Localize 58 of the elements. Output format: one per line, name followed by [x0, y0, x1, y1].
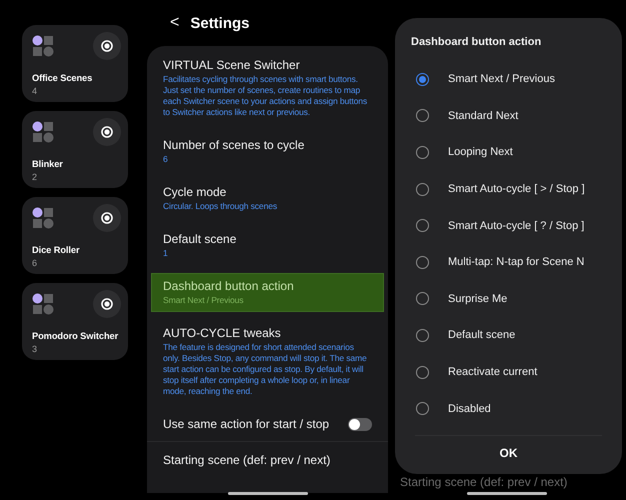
radio-option[interactable]: Looping Next — [411, 134, 606, 171]
radio-button[interactable] — [416, 366, 429, 379]
target-button[interactable] — [93, 32, 121, 60]
radio-button[interactable] — [416, 256, 429, 269]
scene-count: 2 — [32, 172, 38, 182]
scene-name: Blinker — [32, 159, 64, 169]
radio-option[interactable]: Reactivate current — [411, 354, 606, 390]
target-icon — [101, 298, 113, 310]
radio-button[interactable] — [416, 72, 429, 86]
shapes-icon — [32, 207, 54, 229]
radio-button[interactable] — [416, 292, 429, 306]
radio-option[interactable]: Smart Auto-cycle [ > / Stop ] — [411, 170, 606, 208]
radio-button[interactable] — [416, 146, 429, 159]
radio-button[interactable] — [416, 219, 429, 232]
scene-count: 3 — [32, 344, 38, 354]
scene-card[interactable]: Pomodoro Switcher 3 — [22, 283, 128, 360]
dialog-title: Dashboard button action — [411, 36, 542, 48]
target-button[interactable] — [93, 118, 121, 146]
target-icon — [101, 40, 113, 52]
toggle-switch[interactable] — [348, 418, 372, 430]
radio-option[interactable]: Surprise Me — [411, 280, 606, 318]
scene-card[interactable]: Office Scenes 4 — [22, 25, 128, 102]
setting-row[interactable]: Dashboard button action Smart Next / Previous — [151, 273, 384, 312]
shapes-icon — [32, 293, 54, 315]
target-icon — [101, 212, 113, 224]
shapes-icon — [32, 35, 54, 57]
target-icon — [101, 126, 113, 138]
scene-card[interactable]: Dice Roller 6 — [22, 197, 128, 274]
target-button[interactable] — [93, 290, 121, 318]
back-button[interactable]: < — [170, 14, 180, 32]
scene-count: 6 — [32, 258, 38, 268]
setting-row[interactable]: Default scene 1 — [151, 226, 384, 265]
radio-option[interactable]: Smart Auto-cycle [ ? / Stop ] — [411, 207, 606, 244]
radio-option[interactable]: Multi-tap: N-tap for Scene N — [411, 244, 606, 281]
radio-button[interactable] — [416, 402, 429, 416]
setting-row[interactable]: Starting scene (def: prev / next) — [151, 447, 384, 485]
radio-option[interactable]: Default scene — [411, 317, 606, 354]
setting-title: Starting scene (def: prev / next) — [400, 475, 568, 489]
ok-button[interactable]: OK — [486, 440, 532, 466]
target-button[interactable] — [93, 204, 121, 232]
scene-card[interactable]: Blinker 2 — [22, 111, 128, 188]
shapes-icon — [32, 121, 54, 143]
radio-option[interactable]: Smart Next / Previous — [411, 61, 606, 98]
setting-row[interactable]: Number of scenes to cycle 6 — [151, 132, 384, 171]
scene-name: Dice Roller — [32, 245, 80, 255]
setting-row[interactable]: Cycle mode Circular. Loops through scenes — [151, 179, 384, 218]
setting-row[interactable]: AUTO-CYCLE tweaks The feature is designed for short attended scenarios only. Besides Stop, any command will stop it. The same start action can be configured as stop. By default, it will stop itself after completing a whole loop or, in linear mode, reaching the end. — [151, 320, 384, 403]
radio-button[interactable] — [416, 182, 429, 196]
radio-button[interactable] — [416, 109, 429, 122]
radio-option[interactable]: Standard Next — [411, 98, 606, 134]
radio-button[interactable] — [416, 328, 429, 342]
scene-name: Pomodoro Switcher — [32, 331, 119, 341]
scene-count: 4 — [32, 86, 38, 96]
radio-option[interactable]: Disabled — [411, 390, 606, 427]
setting-row[interactable]: Use same action for start / stop — [151, 411, 384, 437]
screen-title: Settings — [190, 14, 250, 32]
setting-row[interactable]: VIRTUAL Scene Switcher Facilitates cycling through scenes with smart buttons. Just set the number of scenes, create routines to map each Switcher scene to your actions and assign buttons to Switcher actions like next or previous. — [151, 52, 384, 124]
scene-name: Office Scenes — [32, 73, 94, 83]
